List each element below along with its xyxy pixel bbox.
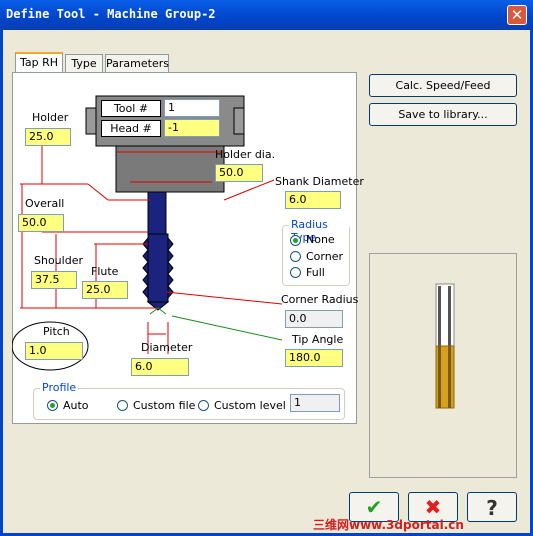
calc-speed-feed-button[interactable]: Calc. Speed/Feed	[369, 74, 517, 97]
tip-angle-label: Tip Angle	[292, 333, 344, 346]
shank-diameter-label: Shank Diameter	[275, 175, 364, 188]
tool-number-field[interactable]: 1	[164, 99, 220, 117]
radius-none-radio[interactable]	[290, 235, 301, 246]
shank-diameter-field[interactable]: 6.0	[285, 191, 341, 209]
pitch-field[interactable]: 1.0	[25, 342, 83, 360]
watermark: 三维网www.3dportal.cn	[313, 518, 464, 532]
flute-field[interactable]: 25.0	[82, 281, 128, 299]
tab-parameters[interactable]: Parameters	[105, 54, 169, 73]
tab-type[interactable]: Type	[65, 54, 103, 73]
profile-auto-radio[interactable]	[47, 400, 58, 411]
holder-label: Holder	[32, 111, 69, 124]
profile-level-field[interactable]: 1	[290, 394, 340, 412]
tip-angle-field[interactable]: 180.0	[285, 349, 343, 367]
overall-field[interactable]: 50.0	[18, 214, 64, 232]
close-button[interactable]: ✕	[507, 5, 527, 25]
radius-corner-label: Corner	[306, 250, 344, 263]
holder-dia-field[interactable]: 50.0	[215, 164, 263, 182]
radius-full-label: Full	[306, 266, 325, 279]
shoulder-field[interactable]: 37.5	[31, 271, 77, 289]
radius-full-radio[interactable]	[290, 267, 301, 278]
pitch-label: Pitch	[43, 325, 70, 338]
profile-auto-label: Auto	[63, 399, 89, 412]
overall-label: Overall	[25, 197, 65, 210]
profile-custom-level-label: Custom level	[214, 399, 286, 412]
help-icon: ?	[486, 496, 498, 520]
window-title: Define Tool - Machine Group-2	[6, 7, 216, 21]
profile-custom-file-label: Custom file	[133, 399, 196, 412]
title-bar: Define Tool - Machine Group-2 ✕	[0, 0, 533, 30]
tool-number-label: Tool #	[101, 100, 161, 117]
help-button[interactable]: ?	[467, 492, 517, 522]
head-number-field[interactable]: -1	[164, 119, 220, 137]
holder-dia-label: Holder dia.	[215, 148, 276, 161]
head-number-label: Head #	[101, 120, 161, 137]
tab-tap-rh[interactable]: Tap RH	[15, 52, 63, 73]
tool-preview-graphic	[435, 283, 455, 409]
corner-radius-field[interactable]: 0.0	[285, 310, 343, 328]
profile-custom-level-radio[interactable]	[198, 400, 209, 411]
holder-field[interactable]: 25.0	[25, 128, 71, 146]
save-to-library-button[interactable]: Save to library...	[369, 103, 517, 126]
tool-preview	[369, 253, 517, 478]
diameter-label: Diameter	[141, 341, 193, 354]
flute-label: Flute	[91, 265, 119, 278]
shoulder-label: Shoulder	[34, 254, 83, 267]
radius-none-label: None	[306, 233, 335, 246]
radius-corner-radio[interactable]	[290, 251, 301, 262]
profile-custom-file-radio[interactable]	[117, 400, 128, 411]
profile-legend: Profile	[40, 381, 79, 394]
diameter-field[interactable]: 6.0	[131, 358, 189, 376]
corner-radius-label: Corner Radius	[281, 293, 359, 306]
